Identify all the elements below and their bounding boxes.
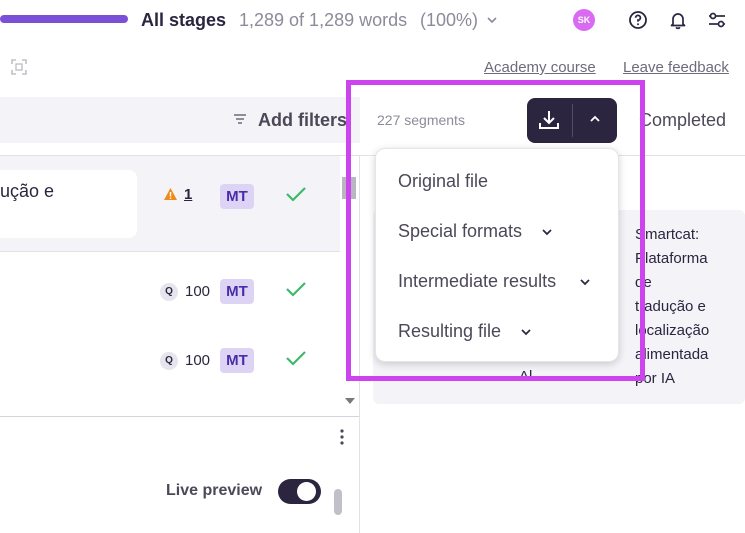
words-count[interactable]: 1,289 of 1,289 words — [239, 10, 407, 31]
preview-scrollbar[interactable] — [334, 489, 342, 515]
highlight-box — [346, 80, 645, 381]
mt-badge: MT — [220, 184, 254, 209]
more-options-icon[interactable] — [335, 427, 349, 447]
check-icon[interactable] — [285, 280, 307, 298]
leave-feedback-link[interactable]: Leave feedback — [623, 59, 729, 76]
tm-match-icon: Q — [160, 352, 178, 370]
match-score: 100 — [185, 283, 211, 300]
preview-text-line: Plataforma — [635, 250, 708, 267]
academy-course-link[interactable]: Academy course — [484, 59, 596, 76]
chevron-down-icon[interactable] — [486, 14, 498, 26]
toggle-knob — [297, 482, 316, 501]
bell-icon[interactable] — [668, 10, 688, 30]
mt-badge: MT — [220, 348, 254, 373]
check-icon[interactable] — [285, 185, 307, 203]
scroll-down-arrow[interactable] — [345, 398, 355, 404]
match-score: 100 — [185, 352, 211, 369]
filter-icon[interactable] — [233, 112, 247, 126]
settings-sliders-icon[interactable] — [707, 10, 727, 30]
panel-bottom-divider — [0, 416, 359, 417]
tm-match-icon: Q — [160, 283, 178, 301]
preview-text-line: localização — [635, 322, 710, 339]
row-divider — [0, 251, 340, 252]
warning-icon — [164, 188, 177, 200]
preview-text-line: alimentada — [635, 346, 709, 363]
words-percent[interactable]: (100%) — [420, 10, 478, 31]
check-icon[interactable] — [285, 349, 307, 367]
mt-badge: MT — [220, 279, 254, 304]
expand-icon[interactable] — [10, 58, 28, 76]
progress-bar — [0, 15, 128, 23]
completed-status[interactable]: Completed — [639, 110, 726, 131]
target-text: ução e — [0, 181, 55, 201]
help-icon[interactable] — [628, 10, 648, 30]
warning-count[interactable]: 1 — [184, 186, 192, 203]
stage-title[interactable]: All stages — [141, 10, 226, 31]
avatar[interactable]: SK — [573, 9, 595, 31]
preview-text-line: tradução e — [635, 298, 706, 315]
add-filters-button[interactable]: Add filters — [258, 110, 347, 131]
live-preview-label: Live preview — [166, 482, 263, 499]
